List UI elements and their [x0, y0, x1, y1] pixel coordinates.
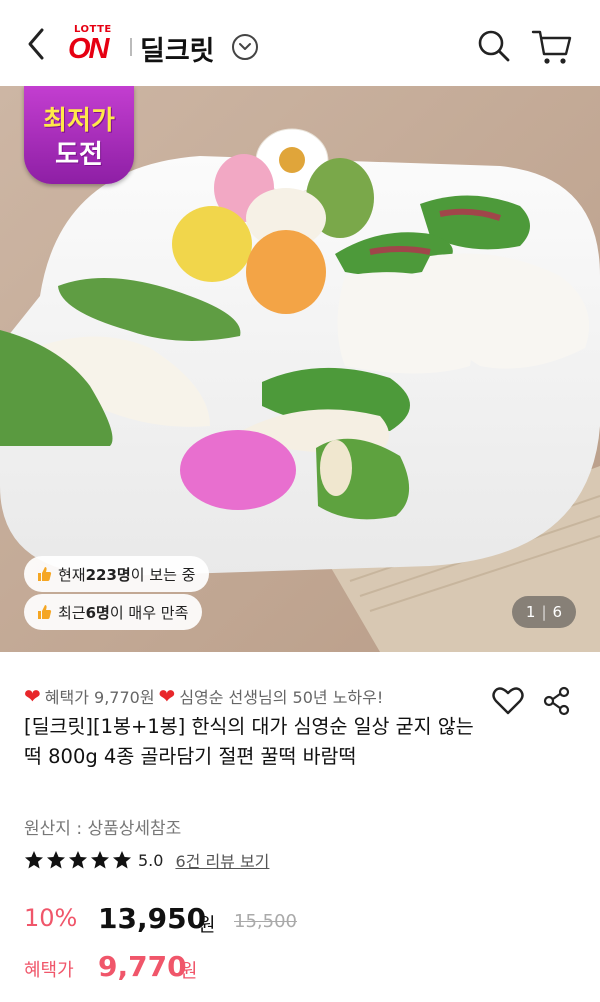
thumbs-up-icon: [38, 605, 52, 619]
discount-rate: 10%: [24, 904, 78, 932]
viewers-suffix: 이 보는 중: [130, 565, 196, 584]
thumbs-up-icon: [38, 567, 52, 581]
star-icon: [25, 851, 43, 869]
chevron-down-icon[interactable]: [232, 34, 258, 60]
satisfied-count: 6명: [85, 603, 110, 622]
lowest-price-badge: 최저가 도전: [24, 86, 134, 184]
top-header: LOTTE ON 딜크릿: [0, 0, 600, 86]
store-name[interactable]: 딜크릿: [140, 29, 215, 68]
lotte-on-logo[interactable]: LOTTE ON: [68, 24, 124, 68]
search-icon[interactable]: [474, 26, 514, 66]
product-image-carousel[interactable]: 최저가 도전 현재 223명 이 보는 중 최근 6명 이 매우 만족 1 | 6: [0, 86, 600, 652]
red-heart-icon: ❤: [24, 684, 41, 708]
rating-score: 5.0: [138, 850, 164, 870]
star-icon: [47, 851, 65, 869]
viewers-prefix: 현재: [58, 565, 86, 584]
star-icon: [69, 851, 87, 869]
satisfied-suffix: 이 매우 만족: [109, 603, 189, 622]
star-icon: [113, 851, 131, 869]
promo-knowhow-text: 심영순 선생님의 50년 노하우!: [179, 688, 384, 707]
counter-separator: |: [541, 603, 547, 621]
logo-divider: [130, 38, 132, 56]
back-arrow-icon[interactable]: [20, 24, 52, 64]
wishlist-heart-icon[interactable]: [492, 686, 524, 716]
counter-total: 6: [552, 603, 563, 621]
red-heart-icon: ❤: [158, 684, 176, 708]
satisfied-prefix: 최근: [58, 603, 86, 622]
review-link[interactable]: 6건 리뷰 보기: [175, 848, 269, 872]
star-icon: [91, 851, 109, 869]
sale-price-unit: 원: [198, 914, 216, 936]
benefit-price-unit: 원: [180, 960, 198, 982]
counter-current: 1: [525, 603, 536, 621]
rating-row: 5.0 6건 리뷰 보기: [24, 848, 269, 872]
promo-benefit-text: 혜택가 9,770원: [44, 688, 155, 707]
benefit-price-label: 혜택가: [24, 960, 74, 981]
recent-satisfaction-pill: 최근 6명 이 매우 만족: [24, 594, 203, 630]
image-page-counter: 1 | 6: [512, 596, 576, 628]
badge-text-line2: 도전: [55, 140, 103, 170]
original-price: 15,500: [234, 911, 297, 932]
product-info: ❤ 혜택가 9,770원 ❤ 심영순 선생님의 50년 노하우! [딜크릿][1…: [0, 652, 600, 1002]
viewers-count: 223명: [85, 565, 131, 584]
badge-text-line1: 최저가: [43, 106, 115, 136]
promo-line: ❤ 혜택가 9,770원 ❤ 심영순 선생님의 50년 노하우!: [24, 684, 383, 708]
star-rating: [24, 850, 134, 870]
current-viewers-pill: 현재 223명 이 보는 중: [24, 556, 210, 592]
origin-info: 원산지 : 상품상세참조: [24, 819, 182, 839]
cart-icon[interactable]: [530, 26, 574, 68]
sale-price: 13,950: [98, 902, 207, 935]
benefit-price: 9,770: [98, 950, 187, 983]
share-icon[interactable]: [542, 686, 572, 716]
logo-main-text: ON: [68, 33, 109, 65]
product-title: [딜크릿][1봉+1봉] 한식의 대가 심영순 일상 굳지 않는 떡 800g …: [24, 715, 474, 768]
